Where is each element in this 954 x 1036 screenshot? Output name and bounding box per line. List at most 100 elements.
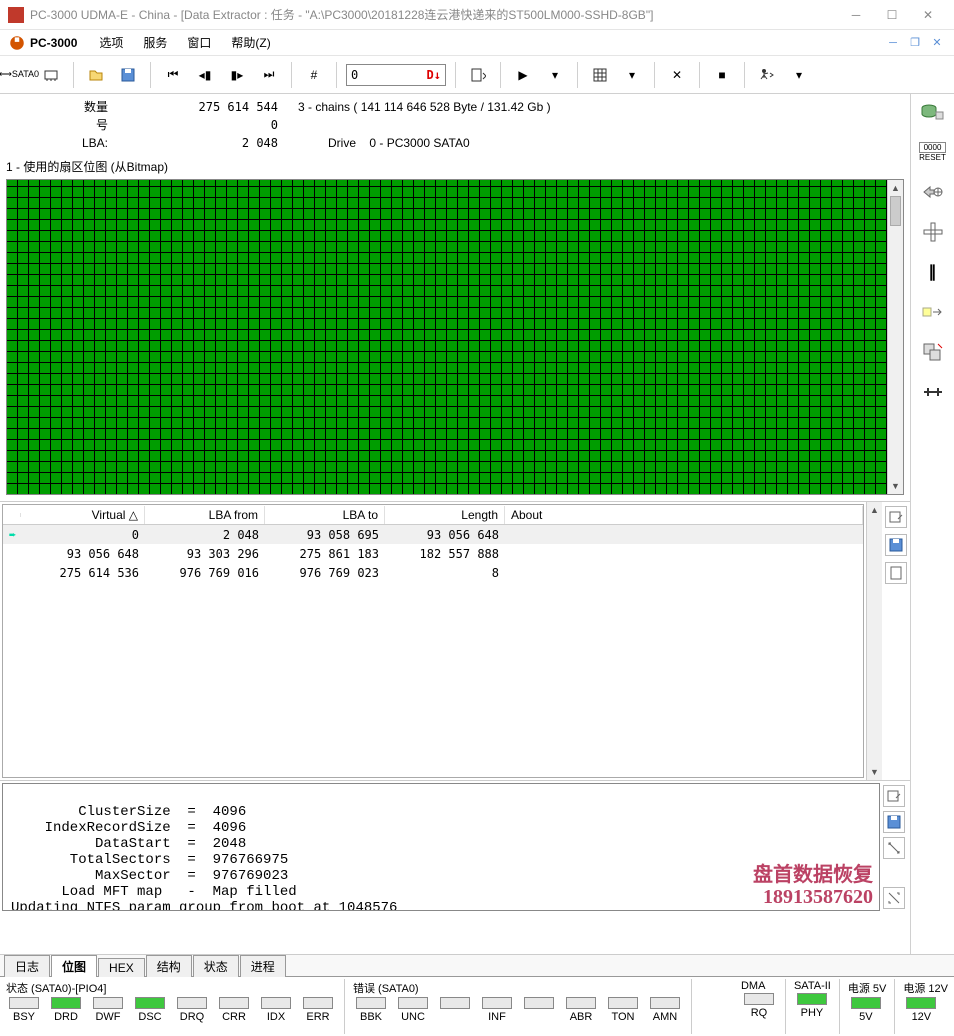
side-seek-button[interactable] [919,180,947,204]
col-length[interactable]: Length [385,506,505,524]
col-lba-to[interactable]: LBA to [265,506,385,524]
bitmap-scroll-down[interactable]: ▼ [888,478,903,494]
led-blank [435,997,475,1023]
mdi-restore-button[interactable]: ❐ [906,34,924,52]
status-group: SATA-IIPHY [792,979,833,1034]
menu-options[interactable]: 选项 [91,32,131,53]
tab-状态[interactable]: 状态 [193,955,239,977]
next-button[interactable]: ▮▸ [224,62,250,88]
status-group: 错误 (SATA0)BBKUNCINFABRTONAMN [351,979,685,1034]
side-settings-button[interactable] [919,220,947,244]
save-button[interactable] [115,62,141,88]
mdi-close-button[interactable]: ✕ [928,34,946,52]
table-scroll-down[interactable]: ▼ [867,764,882,780]
bitmap-scroll-up[interactable]: ▲ [888,180,903,196]
tab-进程[interactable]: 进程 [240,955,286,977]
open-button[interactable] [83,62,109,88]
last-button[interactable]: ⏭ [256,62,282,88]
mdi-minimize-button[interactable]: ─ [884,34,902,52]
brand-icon [8,34,26,52]
tab-HEX[interactable]: HEX [98,958,145,977]
stop-button[interactable]: ■ [709,62,735,88]
row-icon [3,571,21,575]
table-body: ➨ 02 048 93 058 69593 056 648 93 056 648… [3,525,863,777]
grid-toggle-button[interactable]: # [301,62,327,88]
bitmap-scroll-thumb[interactable] [890,196,901,226]
side-copy-button[interactable] [919,340,947,364]
sata-port-button[interactable]: ⟷SATA0 [6,62,32,88]
exit-dropdown[interactable]: ▾ [786,62,812,88]
log-tool-3[interactable] [883,837,905,859]
bitmap-scrollbar[interactable]: ▲ ▼ [887,180,903,494]
address-input[interactable]: 0D↓ [346,64,446,86]
col-virtual[interactable]: Virtual △ [21,506,145,524]
table-tool-3[interactable] [885,562,907,584]
table-row[interactable]: 93 056 64893 303 296 275 861 183182 557 … [3,544,863,563]
side-pause-button[interactable]: ∥ [919,260,947,284]
led-12V: 12V [901,997,941,1023]
led-AMN: AMN [645,997,685,1023]
matrix-button[interactable] [587,62,613,88]
tab-日志[interactable]: 日志 [4,955,50,977]
matrix-dropdown[interactable]: ▾ [619,62,645,88]
bitmap-view[interactable]: ▲ ▼ [6,179,904,495]
side-reset-button[interactable]: 0000RESET [919,140,947,164]
table-scrollbar[interactable]: ▲ ▼ [866,502,882,780]
toolbar: ⟷SATA0 ⏮ ◂▮ ▮▸ ⏭ # 0D↓ ▶ ▾ ▾ ✕ ■ ▾ [0,56,954,94]
log-tool-2[interactable] [883,811,905,833]
lba-label: LBA: [8,134,118,152]
led-IDX: IDX [256,997,296,1023]
status-group-title: 状态 (SATA0)-[PIO4] [4,979,338,997]
first-button[interactable]: ⏮ [160,62,186,88]
maximize-button[interactable]: ☐ [874,0,910,30]
window-title: PC-3000 UDMA-E - China - [Data Extractor… [30,6,838,23]
table-scroll-up[interactable]: ▲ [867,502,882,518]
side-adjust-button[interactable] [919,380,947,404]
drive-label: Drive [328,136,356,150]
export-button[interactable] [465,62,491,88]
table-tool-1[interactable] [885,506,907,528]
watermark: 盘首数据恢复18913587620 [753,864,873,908]
close-button[interactable]: ✕ [910,0,946,30]
down-badge-icon: D↓ [427,68,441,82]
info-block: 数量 275 614 544 3 - chains ( 141 114 646 … [0,94,910,156]
connector-button[interactable] [38,62,64,88]
col-lba-from[interactable]: LBA from [145,506,265,524]
table-tool-2[interactable] [885,534,907,556]
tab-位图[interactable]: 位图 [51,955,97,977]
menu-help[interactable]: 帮助(Z) [223,32,278,53]
table-row[interactable]: 275 614 536976 769 016 976 769 0238 [3,563,863,582]
bitmap-header: 1 - 使用的扇区位图 (从Bitmap) [0,156,910,177]
side-toolbar: 0000RESET ∥ [910,94,954,954]
minimize-button[interactable]: ─ [838,0,874,30]
titlebar: PC-3000 UDMA-E - China - [Data Extractor… [0,0,954,30]
led-DWF: DWF [88,997,128,1023]
led-5V: 5V [846,997,886,1023]
tab-结构[interactable]: 结构 [146,955,192,977]
chain-table: Virtual △ LBA from LBA to Length About ➨… [2,504,864,778]
col-about[interactable]: About [505,506,863,524]
menu-services[interactable]: 服务 [135,32,175,53]
qty-value: 275 614 544 [118,98,288,116]
log-tool-4[interactable] [883,887,905,909]
brand-label: PC-3000 [30,36,77,50]
side-mode-button[interactable] [919,300,947,324]
led-RQ: RQ [739,993,779,1019]
menu-window[interactable]: 窗口 [179,32,219,53]
led-UNC: UNC [393,997,433,1023]
play-dropdown[interactable]: ▾ [542,62,568,88]
status-group-title: 错误 (SATA0) [351,979,685,997]
num-label: 号 [8,116,118,134]
table-row[interactable]: ➨ 02 048 93 058 69593 056 648 [3,525,863,544]
play-button[interactable]: ▶ [510,62,536,88]
exit-button[interactable] [754,62,780,88]
side-disk-button[interactable] [919,100,947,124]
row-icon: ➨ [3,526,21,544]
led-INF: INF [477,997,517,1023]
app-icon [8,7,24,23]
tools-button[interactable]: ✕ [664,62,690,88]
num-value: 0 [118,116,288,134]
log-tool-1[interactable] [883,785,905,807]
prev-button[interactable]: ◂▮ [192,62,218,88]
led-ABR: ABR [561,997,601,1023]
